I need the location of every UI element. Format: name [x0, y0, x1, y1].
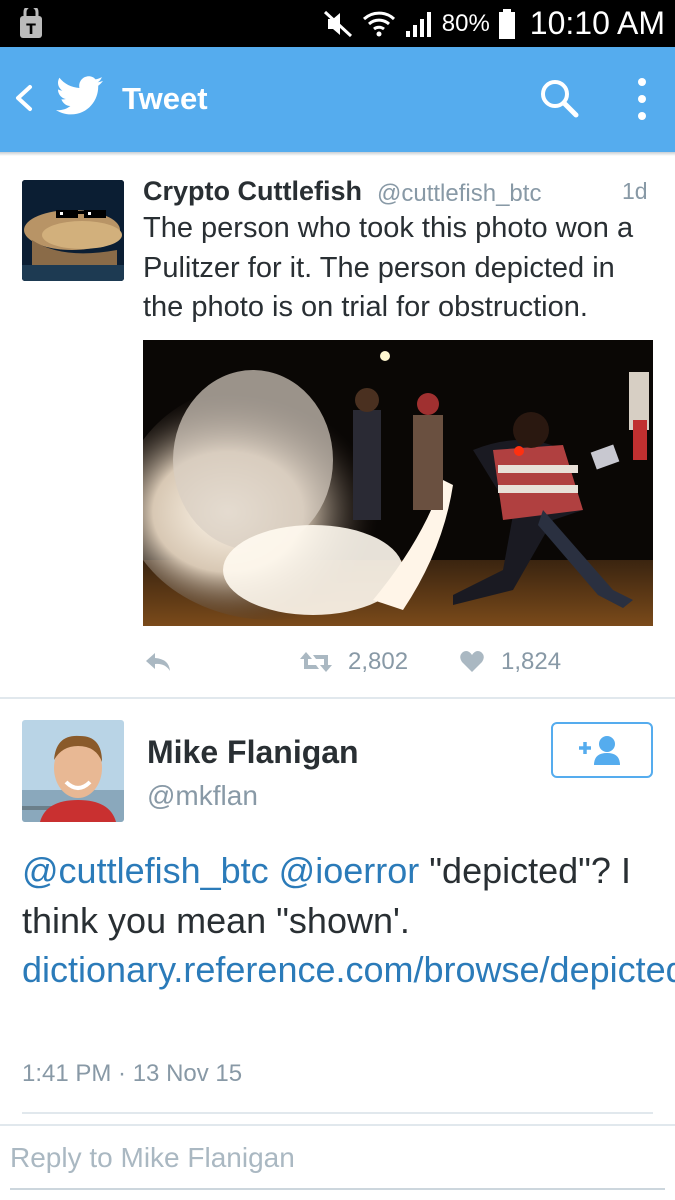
divider: [22, 1112, 653, 1114]
avatar[interactable]: [22, 720, 124, 822]
divider: [0, 697, 675, 699]
status-bar: T 80% 10:10 AM: [0, 0, 675, 47]
url-link[interactable]: dictionary.reference.com/browse/depicted: [22, 949, 675, 990]
tweet-timestamp: 1d: [622, 178, 648, 204]
app-bar: Tweet: [0, 47, 675, 152]
tweet-author-handle[interactable]: @cuttlefish_btc: [377, 180, 541, 208]
mute-icon: [323, 10, 352, 37]
heart-icon[interactable]: [459, 650, 485, 674]
avatar[interactable]: [22, 180, 124, 281]
wifi-icon: [362, 11, 395, 36]
tweet-author-name[interactable]: Mike Flanigan: [147, 734, 359, 771]
divider: [0, 152, 675, 156]
reply-input[interactable]: [10, 1136, 665, 1180]
mention-link[interactable]: @ioerror: [279, 850, 420, 891]
twitter-bird-icon: [56, 76, 104, 115]
tweet-actions: 2,802 1,824: [143, 646, 653, 680]
like-count: 1,824: [501, 648, 562, 675]
retweet-count: 2,802: [348, 648, 409, 675]
retweet-icon[interactable]: [299, 650, 333, 674]
battery-icon: [498, 8, 515, 39]
tweet-author-name[interactable]: Crypto Cuttlefish: [143, 176, 362, 207]
battery-percent: 80%: [441, 9, 490, 37]
tweet-text: @cuttlefish_btc @ioerror "depicted"? I t…: [22, 846, 675, 995]
more-vert-icon[interactable]: [628, 75, 656, 123]
divider: [0, 1124, 675, 1126]
tweet-photo[interactable]: [143, 340, 653, 626]
tweet-text: The person who took this photo won a Pul…: [143, 212, 634, 323]
back-arrow-icon[interactable]: [12, 83, 36, 113]
mention-link[interactable]: @cuttlefish_btc: [22, 850, 269, 891]
follow-button[interactable]: [551, 722, 653, 778]
reply-underline: [10, 1188, 665, 1190]
add-user-icon: [579, 736, 620, 765]
clock-time: 10:10 AM: [529, 5, 665, 41]
tweet-author-handle[interactable]: @mkflan: [147, 780, 258, 812]
carrier-icon: T: [20, 8, 42, 38]
page-title: Tweet: [122, 81, 208, 116]
tweet-timestamp: 1:41 PM · 13 Nov 15: [22, 1060, 243, 1087]
signal-icon: [405, 11, 431, 37]
search-icon[interactable]: [538, 77, 580, 119]
svg-text:T: T: [26, 22, 36, 38]
reply-icon[interactable]: [143, 650, 173, 674]
